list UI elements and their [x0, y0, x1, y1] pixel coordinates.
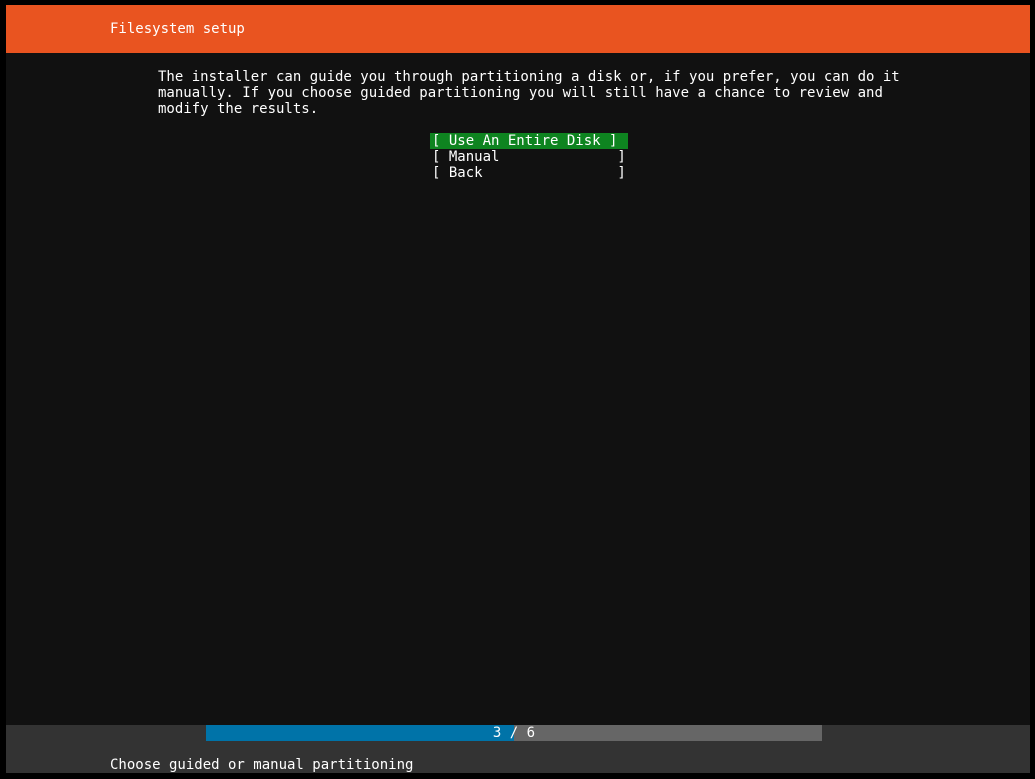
manual-button[interactable]: [ Manual ]	[430, 149, 628, 165]
footer-bar: 3 / 6 Choose guided or manual partitioni…	[6, 725, 1030, 773]
installer-screen: Filesystem setup The installer can guide…	[6, 5, 1030, 773]
use-entire-disk-button[interactable]: [ Use An Entire Disk ]	[430, 133, 628, 149]
page-title: Filesystem setup	[110, 21, 245, 37]
back-button[interactable]: [ Back ]	[430, 165, 628, 181]
progress-bar: 3 / 6	[206, 725, 822, 741]
partition-menu: [ Use An Entire Disk ] [ Manual ] [ Back…	[430, 133, 628, 181]
description-line: The installer can guide you through part…	[158, 69, 900, 85]
description-line: manually. If you choose guided partition…	[158, 85, 883, 101]
description-text: The installer can guide you through part…	[158, 69, 900, 117]
progress-label: 3 / 6	[492, 725, 536, 741]
status-text: Choose guided or manual partitioning	[110, 757, 414, 773]
description-line: modify the results.	[158, 101, 319, 117]
header-bar: Filesystem setup	[6, 5, 1030, 53]
